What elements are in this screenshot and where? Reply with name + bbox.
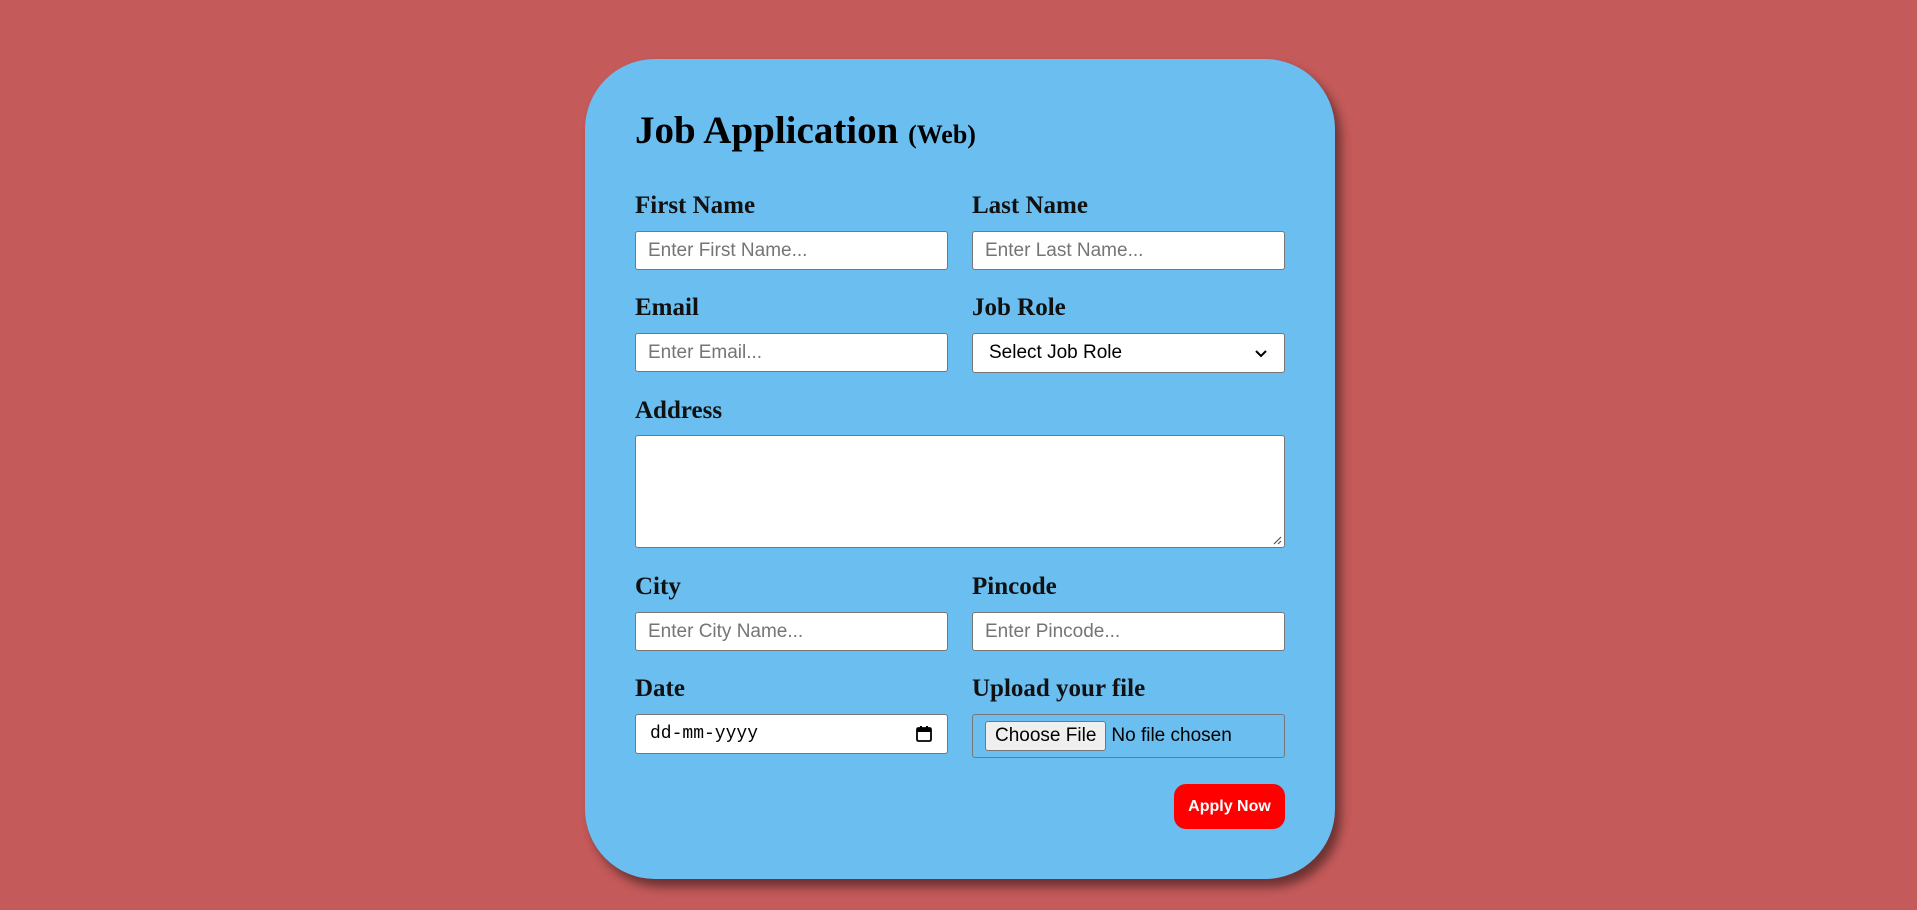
job-application-card: Job Application (Web) First Name Last Na… bbox=[585, 59, 1335, 879]
choose-file-button[interactable]: Choose File bbox=[985, 721, 1107, 751]
title-subtitle: (Web) bbox=[908, 120, 976, 149]
first-name-label: First Name bbox=[635, 192, 756, 219]
job-role-label: Job Role bbox=[972, 294, 1066, 321]
resize-grip-icon[interactable] bbox=[1272, 535, 1282, 545]
city-input[interactable] bbox=[635, 612, 948, 651]
city-label: City bbox=[635, 573, 681, 600]
file-upload[interactable]: Choose File No file chosen bbox=[972, 714, 1285, 758]
file-status: No file chosen bbox=[1111, 725, 1232, 746]
first-name-input[interactable] bbox=[635, 231, 948, 270]
date-input[interactable]: dd-mm-yyyy bbox=[635, 714, 948, 754]
job-role-select[interactable]: Select Job Role bbox=[972, 333, 1285, 373]
address-textarea[interactable] bbox=[635, 435, 1285, 548]
job-role-selected-value: Select Job Role bbox=[989, 342, 1123, 363]
title-text: Job Application bbox=[635, 109, 899, 152]
page-title: Job Application (Web) bbox=[635, 111, 976, 150]
email-label: Email bbox=[635, 294, 699, 321]
pincode-label: Pincode bbox=[972, 573, 1057, 600]
calendar-icon[interactable] bbox=[915, 725, 933, 743]
upload-label: Upload your file bbox=[972, 675, 1146, 702]
last-name-input[interactable] bbox=[972, 231, 1285, 270]
email-input[interactable] bbox=[635, 333, 948, 372]
date-placeholder: dd-mm-yyyy bbox=[650, 724, 759, 744]
address-label: Address bbox=[635, 397, 723, 424]
apply-now-button[interactable]: Apply Now bbox=[1174, 784, 1285, 829]
pincode-input[interactable] bbox=[972, 612, 1285, 651]
date-label: Date bbox=[635, 675, 685, 702]
last-name-label: Last Name bbox=[972, 192, 1088, 219]
chevron-down-icon bbox=[1255, 350, 1267, 358]
